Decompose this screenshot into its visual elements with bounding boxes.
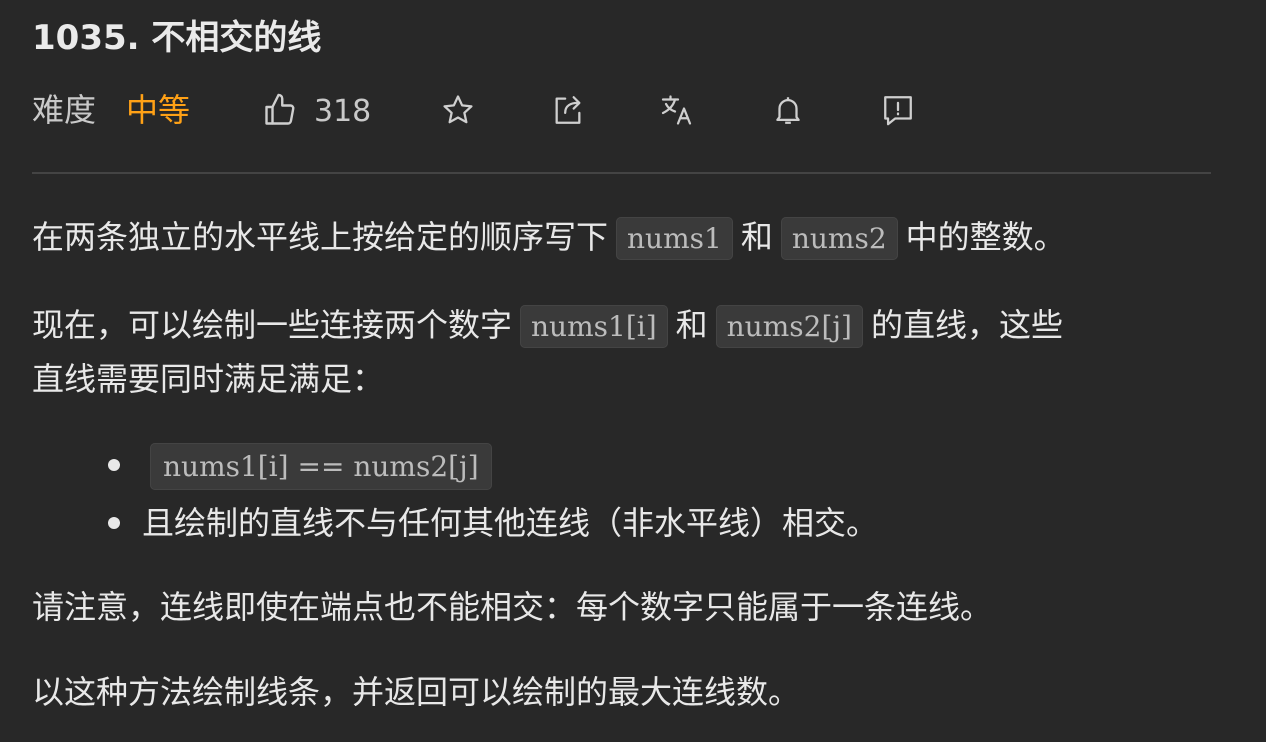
problem-meta-bar: 难度 中等 318 xyxy=(32,86,932,134)
bullet xyxy=(108,517,120,529)
like-count: 318 xyxy=(314,94,372,129)
inline-code: nums1 xyxy=(616,217,733,260)
thumbs-up-icon[interactable] xyxy=(260,90,300,130)
feedback-icon[interactable] xyxy=(878,90,918,130)
description-paragraph-3: 请注意，连线即使在端点也不能相交：每个数字只能属于一条连线。 xyxy=(32,588,993,626)
inline-code: nums2[j] xyxy=(715,305,863,348)
inline-code: nums1[i] xyxy=(520,305,668,348)
problem-title: 1035. 不相交的线 xyxy=(32,18,322,58)
divider xyxy=(32,172,1211,174)
description-paragraph-4: 以这种方法绘制线条，并返回可以绘制的最大连线数。 xyxy=(32,673,801,711)
difficulty-value: 中等 xyxy=(126,91,191,129)
bullet xyxy=(108,459,120,471)
difficulty-label: 难度 xyxy=(32,91,97,129)
star-icon[interactable] xyxy=(438,90,478,130)
inline-code: nums1[i] == nums2[j] xyxy=(150,443,492,490)
translate-icon[interactable] xyxy=(658,90,698,130)
description-paragraph-2: 现在，可以绘制一些连接两个数字 nums1[i] 和 nums2[j] 的直线，这些 xyxy=(32,298,1063,354)
bell-icon[interactable] xyxy=(768,90,808,130)
description-paragraph-2-line-2: 直线需要同时满足满足： xyxy=(32,360,385,398)
inline-code: nums2 xyxy=(780,217,898,260)
description-paragraph-1: 在两条独立的水平线上按给定的顺序写下 nums1 和 nums2 中的整数。 xyxy=(32,210,1066,266)
share-icon[interactable] xyxy=(548,90,588,130)
